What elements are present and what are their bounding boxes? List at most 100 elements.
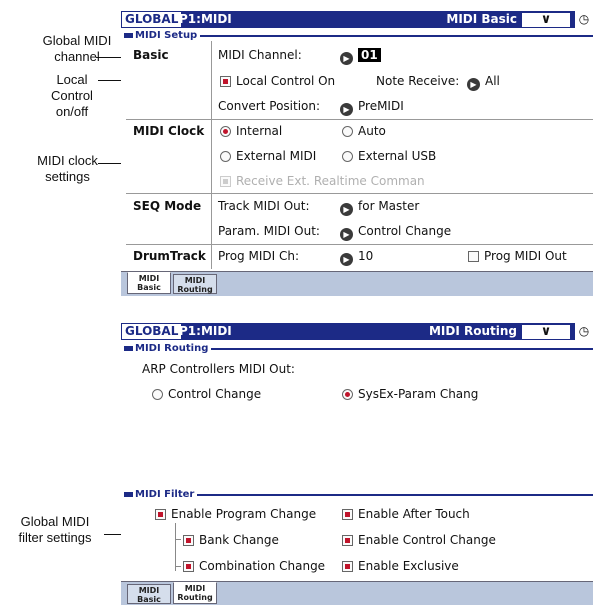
radio-label: SysEx-Param Chang	[358, 387, 479, 401]
section-label: MIDI Routing	[124, 343, 212, 354]
title-bar: GLOBAL P1:MIDI MIDI Basic ∨ ◷	[121, 11, 593, 28]
clock-auto-radio[interactable]: Auto	[342, 124, 386, 138]
tab-midi-routing[interactable]: MIDI Routing	[173, 582, 217, 604]
bank-change-checkbox[interactable]: Bank Change	[183, 533, 279, 547]
callout-line: on/off	[55, 104, 89, 119]
param-midi-out-label: Param. MIDI Out:	[218, 224, 320, 238]
tab-bar: MIDI Basic MIDI Routing	[121, 581, 593, 605]
callout-filter: Global MIDI filter settings	[6, 514, 104, 546]
callout-leader	[104, 534, 121, 535]
section-label-text: MIDI Filter	[135, 489, 195, 500]
page-menu-dropdown[interactable]: ∨	[521, 324, 571, 340]
midi-setup-section: MIDI Setup	[124, 30, 593, 46]
callout-line: settings	[45, 169, 90, 184]
checkbox-icon	[468, 251, 479, 262]
field-value: All	[485, 74, 500, 88]
field-value: Control Change	[358, 224, 452, 238]
midi-basic-screen: GLOBAL P1:MIDI MIDI Basic ∨ ◷ MIDI Setup…	[121, 11, 593, 297]
checkbox-icon	[220, 176, 231, 187]
checkbox-icon	[342, 561, 353, 572]
enable-after-touch-checkbox[interactable]: Enable After Touch	[342, 507, 470, 521]
checkbox-icon	[342, 509, 353, 520]
section-marker	[124, 491, 133, 497]
divider	[126, 119, 593, 120]
arrow-icon: ▶	[340, 253, 353, 266]
seq-mode-label: SEQ Mode	[133, 199, 202, 213]
radio-icon	[152, 389, 163, 400]
tab-label: MIDI	[184, 584, 206, 593]
arrow-icon: ▶	[340, 103, 353, 116]
local-control-checkbox[interactable]: Local Control On	[220, 74, 335, 88]
tab-midi-basic[interactable]: MIDI Basic	[127, 272, 171, 294]
tab-label: Routing	[177, 285, 213, 294]
page-label: P1:MIDI	[179, 12, 232, 26]
drumtrack-label: DrumTrack	[133, 249, 206, 263]
clock-external-midi-radio[interactable]: External MIDI	[220, 149, 316, 163]
callout-global-midi-channel: Global MIDI channel	[22, 33, 132, 65]
note-receive-field[interactable]: ▶ All	[467, 74, 500, 91]
callout-midi-clock: MIDI clock settings	[30, 153, 105, 185]
arp-controllers-label: ARP Controllers MIDI Out:	[142, 362, 295, 376]
radio-label: Internal	[236, 124, 283, 138]
page-name: MIDI Basic	[446, 12, 517, 26]
sysex-param-radio[interactable]: SysEx-Param Chang	[342, 387, 478, 401]
midi-filter-section: MIDI Filter	[124, 489, 593, 505]
control-change-radio[interactable]: Control Change	[152, 387, 261, 401]
page-menu-dropdown[interactable]: ∨	[521, 12, 571, 28]
clock-external-usb-radio[interactable]: External USB	[342, 149, 436, 163]
checkbox-icon	[183, 561, 194, 572]
basic-label: Basic	[133, 48, 169, 62]
callout-line: filter settings	[18, 530, 92, 545]
checkbox-label: Combination Change	[199, 559, 326, 573]
callout-local-control: Local Control on/off	[42, 72, 102, 120]
section-label: MIDI Filter	[124, 489, 198, 500]
checkbox-icon	[183, 535, 194, 546]
prog-midi-out-checkbox[interactable]: Prog MIDI Out	[468, 249, 567, 263]
param-midi-out-field[interactable]: ▶ Control Change	[340, 224, 451, 241]
midi-routing-section: MIDI Routing	[124, 343, 593, 359]
track-midi-out-label: Track MIDI Out:	[218, 199, 310, 213]
midi-channel-field[interactable]: ▶ 01	[340, 48, 381, 65]
mode-label[interactable]: GLOBAL	[122, 324, 182, 339]
track-midi-out-field[interactable]: ▶ for Master	[340, 199, 419, 216]
tab-label: Routing	[177, 593, 213, 602]
section-label-text: MIDI Setup	[135, 30, 198, 41]
radio-icon	[342, 151, 353, 162]
mode-label[interactable]: GLOBAL	[122, 12, 182, 27]
midi-channel-label: MIDI Channel:	[218, 48, 302, 62]
clock-icon[interactable]: ◷	[575, 323, 593, 340]
section-marker	[124, 32, 133, 38]
tree-connector	[175, 539, 181, 540]
clock-internal-radio[interactable]: Internal	[220, 124, 282, 138]
midi-clock-label: MIDI Clock	[133, 124, 205, 138]
prog-midi-ch-field[interactable]: ▶ 10	[340, 249, 373, 266]
divider-vertical	[211, 41, 212, 269]
page-label: P1:MIDI	[179, 324, 232, 338]
checkbox-label: Bank Change	[199, 533, 279, 547]
tab-midi-basic[interactable]: MIDI Basic	[127, 584, 171, 604]
checkbox-label: Local Control On	[236, 74, 336, 88]
divider	[126, 193, 593, 194]
radio-icon	[342, 126, 353, 137]
enable-exclusive-checkbox[interactable]: Enable Exclusive	[342, 559, 459, 573]
tab-label: Basic	[137, 595, 161, 604]
tab-label: MIDI	[138, 586, 160, 595]
callout-line: Local	[56, 72, 88, 87]
radio-icon	[220, 126, 231, 137]
tab-label: MIDI	[184, 276, 206, 285]
radio-label: Control Change	[168, 387, 262, 401]
tab-midi-routing[interactable]: MIDI Routing	[173, 274, 217, 294]
radio-label: Auto	[358, 124, 386, 138]
note-receive-label: Note Receive:	[376, 74, 460, 88]
convert-position-field[interactable]: ▶ PreMIDI	[340, 99, 404, 116]
enable-control-change-checkbox[interactable]: Enable Control Change	[342, 533, 496, 547]
field-value: PreMIDI	[358, 99, 404, 113]
midi-channel-value: 01	[358, 48, 381, 62]
enable-program-change-checkbox[interactable]: Enable Program Change	[155, 507, 316, 521]
combination-change-checkbox[interactable]: Combination Change	[183, 559, 325, 573]
checkbox-icon	[220, 76, 231, 87]
tab-bar: MIDI Basic MIDI Routing	[121, 271, 593, 296]
clock-icon[interactable]: ◷	[575, 11, 593, 28]
checkbox-label: Enable Control Change	[358, 533, 496, 547]
checkbox-label: Receive Ext. Realtime Comman	[236, 174, 425, 188]
